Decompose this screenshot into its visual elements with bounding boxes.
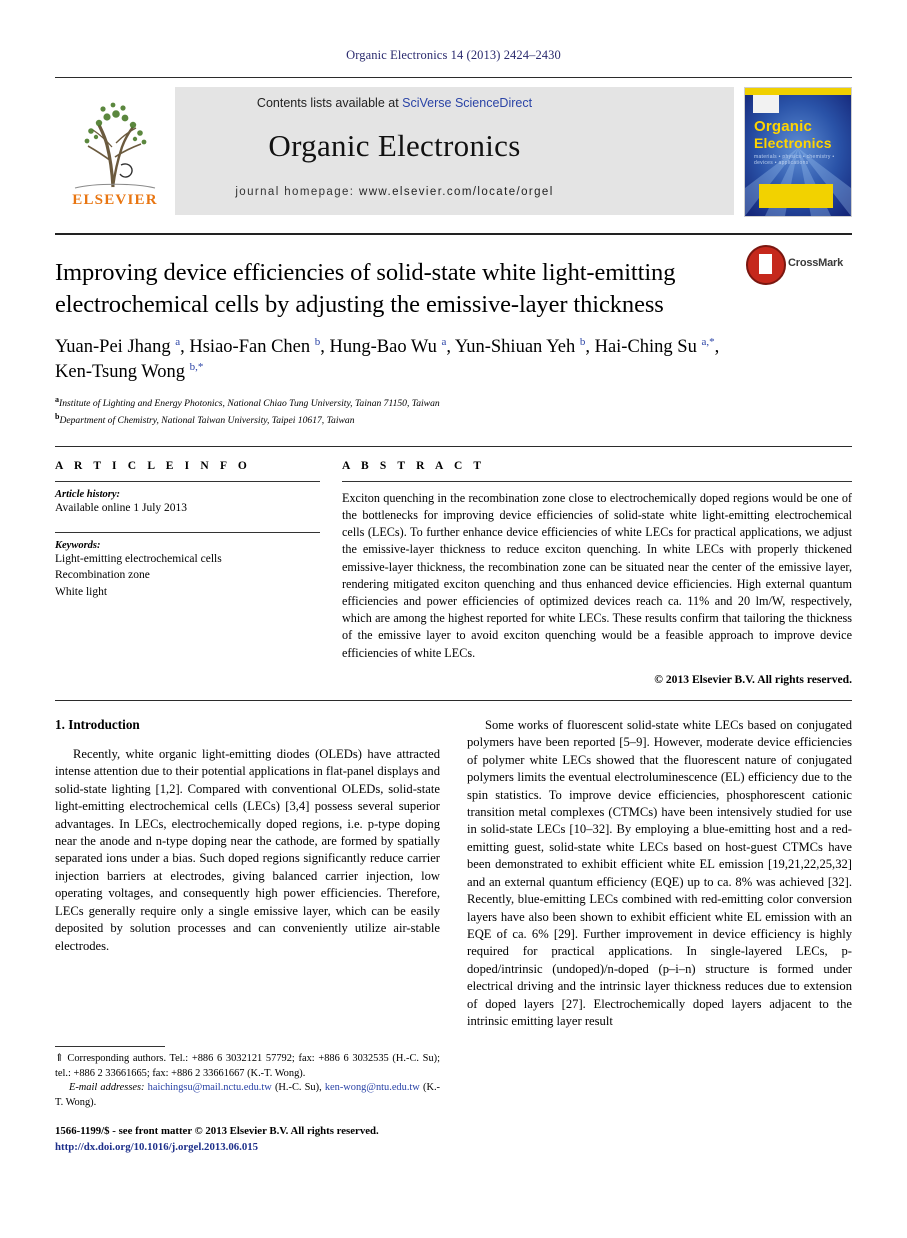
author-affil-marker: b xyxy=(314,335,321,348)
author-list: Yuan-Pei Jhang a, Hsiao-Fan Chen b, Hung… xyxy=(55,335,720,382)
cover-title-line1: Organic xyxy=(754,118,813,135)
keywords-label: Keywords: xyxy=(55,540,101,552)
email-owner-1: (H.-C. Su), xyxy=(274,1082,322,1094)
article-history-value: Available online 1 July 2013 xyxy=(55,501,188,514)
info-abstract-band: A R T I C L E I N F O Article history: A… xyxy=(55,445,852,701)
crossmark-badge[interactable]: CrossMark xyxy=(746,245,852,287)
keywords-divider xyxy=(55,532,320,534)
crossmark-icon-inner xyxy=(759,254,772,274)
author-affil-marker: b, xyxy=(189,360,198,373)
author-affil-marker: a xyxy=(175,335,181,348)
body-column-left: 1. Introduction Recently, white organic … xyxy=(55,717,440,1155)
abstract-copyright: © 2013 Elsevier B.V. All rights reserved… xyxy=(654,672,852,686)
footnote-divider xyxy=(55,1046,165,1048)
abstract-divider xyxy=(342,480,852,482)
abstract-column: A B S T R A C T Exciton quenching in the… xyxy=(342,460,852,686)
section-heading-introduction: 1. Introduction xyxy=(55,716,140,732)
title-block: CrossMark Improving device efficiencies … xyxy=(55,235,852,428)
paragraph-intro-2: Some works of fluorescent solid-state wh… xyxy=(467,717,852,1029)
cover-title-line2: Electronics xyxy=(754,135,832,151)
footnote-block: ⇑ Corresponding authors. Tel.: +886 6 30… xyxy=(55,1046,440,1155)
keyword-item: White light xyxy=(55,585,108,598)
author-affil-marker: a xyxy=(441,335,447,348)
affiliation-a: aInstitute of Lighting and Energy Photon… xyxy=(55,394,852,411)
cover-publisher-logo xyxy=(753,95,779,113)
issn-block: 1566-1199/$ - see front matter © 2013 El… xyxy=(55,1124,440,1155)
email-note: E-mail addresses: haichingsu@mail.nctu.e… xyxy=(55,1081,440,1110)
issn-line: 1566-1199/$ - see front matter © 2013 El… xyxy=(55,1125,379,1138)
page-title: Improving device efficiencies of solid-s… xyxy=(55,259,676,318)
cover-yellow-box xyxy=(759,184,833,208)
email-link-2[interactable]: ken-wong@ntu.edu.tw xyxy=(325,1082,420,1093)
crossmark-label: CrossMark xyxy=(788,257,844,269)
abstract-text: Exciton quenching in the recombination z… xyxy=(342,490,852,660)
paper-page: Organic Electronics 14 (2013) 2424–2430 … xyxy=(0,0,907,1238)
email-link-1[interactable]: haichingsu@mail.nctu.edu.tw xyxy=(148,1082,272,1093)
article-info-divider xyxy=(55,480,320,482)
cover-subtitle: materials • physics • chemistry • device… xyxy=(754,154,835,166)
email-label: E-mail addresses: xyxy=(69,1082,145,1094)
affiliation-b: bDepartment of Chemistry, National Taiwa… xyxy=(55,411,852,428)
journal-cover-thumbnail: Organic Electronics materials • physics … xyxy=(744,87,852,217)
affiliation-list: aInstitute of Lighting and Energy Photon… xyxy=(55,394,852,428)
corresponding-marker: * xyxy=(709,335,715,348)
keyword-item: Recombination zone xyxy=(55,569,150,582)
sciencedirect-link[interactable]: SciVerse ScienceDirect xyxy=(402,96,532,110)
corresponding-author-note: ⇑ Corresponding authors. Tel.: +886 6 30… xyxy=(55,1053,440,1079)
elsevier-tree-icon xyxy=(74,102,156,189)
doi-link[interactable]: http://dx.doi.org/10.1016/j.orgel.2013.0… xyxy=(55,1140,440,1155)
homepage-prefix: journal homepage: xyxy=(235,186,360,198)
affiliation-text-b: Department of Chemistry, National Taiwan… xyxy=(59,414,355,426)
body-columns: 1. Introduction Recently, white organic … xyxy=(55,717,852,1155)
crossmark-icon xyxy=(746,245,786,285)
keyword-item: Light-emitting electrochemical cells xyxy=(55,553,222,566)
body-column-right: Some works of fluorescent solid-state wh… xyxy=(467,717,852,1155)
article-history-label: Article history: xyxy=(55,488,121,500)
running-head: Organic Electronics 14 (2013) 2424–2430 xyxy=(346,48,561,62)
elsevier-wordmark: ELSEVIER xyxy=(72,192,158,208)
contents-prefix: Contents lists available at xyxy=(256,96,403,110)
article-info-heading: A R T I C L E I N F O xyxy=(55,459,251,472)
article-info-column: A R T I C L E I N F O Article history: A… xyxy=(55,460,342,686)
author-affil-marker: b xyxy=(579,335,586,348)
author-affil-marker: a, xyxy=(701,335,710,348)
affiliation-text-a: Institute of Lighting and Energy Photoni… xyxy=(59,397,440,409)
elsevier-logo: ELSEVIER xyxy=(55,87,175,215)
abstract-heading: A B S T R A C T xyxy=(342,459,486,472)
homepage-url[interactable]: www.elsevier.com/locate/orgel xyxy=(359,186,554,198)
journal-masthead: Contents lists available at SciVerse Sci… xyxy=(55,77,852,227)
corresponding-marker: * xyxy=(197,360,204,373)
paragraph-intro-1: Recently, white organic light-emitting d… xyxy=(55,746,440,953)
keywords-block: Keywords: Light-emitting electrochemical… xyxy=(55,532,320,600)
